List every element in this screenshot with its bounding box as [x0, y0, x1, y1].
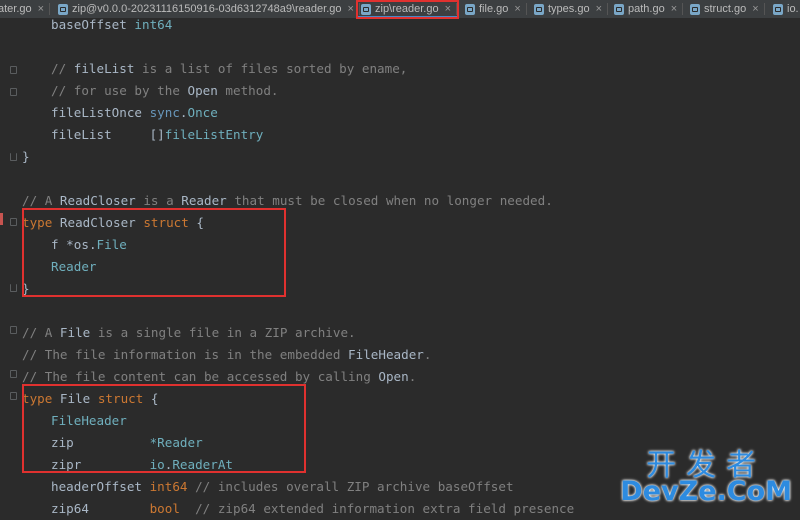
watermark-en-text: DevZe.CoM — [620, 476, 792, 507]
code-line: // A File is a single file in a ZIP arch… — [22, 325, 356, 340]
tab-types-go[interactable]: types.go × — [534, 0, 609, 18]
code-line: fileListOnce sync.Once — [51, 105, 218, 120]
close-icon[interactable]: × — [347, 3, 353, 15]
tab-io-go[interactable]: io. — [773, 0, 799, 18]
implementation-marker-icon[interactable] — [0, 213, 3, 225]
fold-end-icon[interactable] — [10, 153, 17, 161]
tab-label: file.go — [479, 3, 509, 15]
code-line: } — [22, 149, 30, 164]
close-icon[interactable]: × — [752, 3, 758, 15]
code-line: // for use by the Open method. — [51, 83, 279, 98]
active-tab-highlight-box — [356, 0, 459, 19]
code-line: baseOffset int64 — [51, 17, 173, 32]
tab-struct-go[interactable]: struct.go × — [690, 0, 765, 18]
tab-writer-go[interactable]: ater.go × — [0, 0, 51, 18]
fold-icon[interactable] — [10, 66, 17, 74]
go-file-icon — [58, 3, 68, 15]
fold-icon[interactable] — [10, 392, 17, 400]
code-line: headerOffset int64 // includes overall Z… — [51, 479, 514, 494]
tab-file-go[interactable]: file.go × — [465, 0, 527, 18]
code-line: // The file information is in the embedd… — [22, 347, 432, 362]
go-file-icon — [773, 3, 783, 15]
code-line: fileList []fileListEntry — [51, 127, 264, 142]
fold-end-icon[interactable] — [10, 284, 17, 292]
tab-label: ater.go — [0, 3, 32, 15]
readcloser-highlight-box — [22, 208, 286, 297]
go-file-icon — [690, 3, 700, 15]
close-icon[interactable]: × — [596, 3, 602, 15]
fold-icon[interactable] — [10, 88, 17, 96]
fold-icon[interactable] — [10, 218, 17, 226]
close-icon[interactable]: × — [514, 3, 520, 15]
go-file-icon — [534, 3, 544, 15]
tab-label: struct.go — [704, 3, 747, 15]
close-icon[interactable]: × — [38, 3, 44, 15]
code-line: zip64 bool // zip64 extended information… — [51, 501, 575, 516]
go-file-icon — [465, 3, 475, 15]
go-file-icon — [614, 3, 624, 15]
code-line: // fileList is a list of files sorted by… — [51, 61, 408, 76]
tab-label: path.go — [628, 3, 665, 15]
tab-path-go[interactable]: path.go × — [614, 0, 684, 18]
tab-label: types.go — [548, 3, 590, 15]
file-struct-highlight-box — [22, 384, 306, 473]
fold-icon[interactable] — [10, 326, 17, 334]
close-icon[interactable]: × — [671, 3, 677, 15]
tab-label: io. — [787, 3, 799, 15]
watermark-logo: 开发者 DevZe.CoM — [620, 440, 792, 507]
fold-icon[interactable] — [10, 370, 17, 378]
